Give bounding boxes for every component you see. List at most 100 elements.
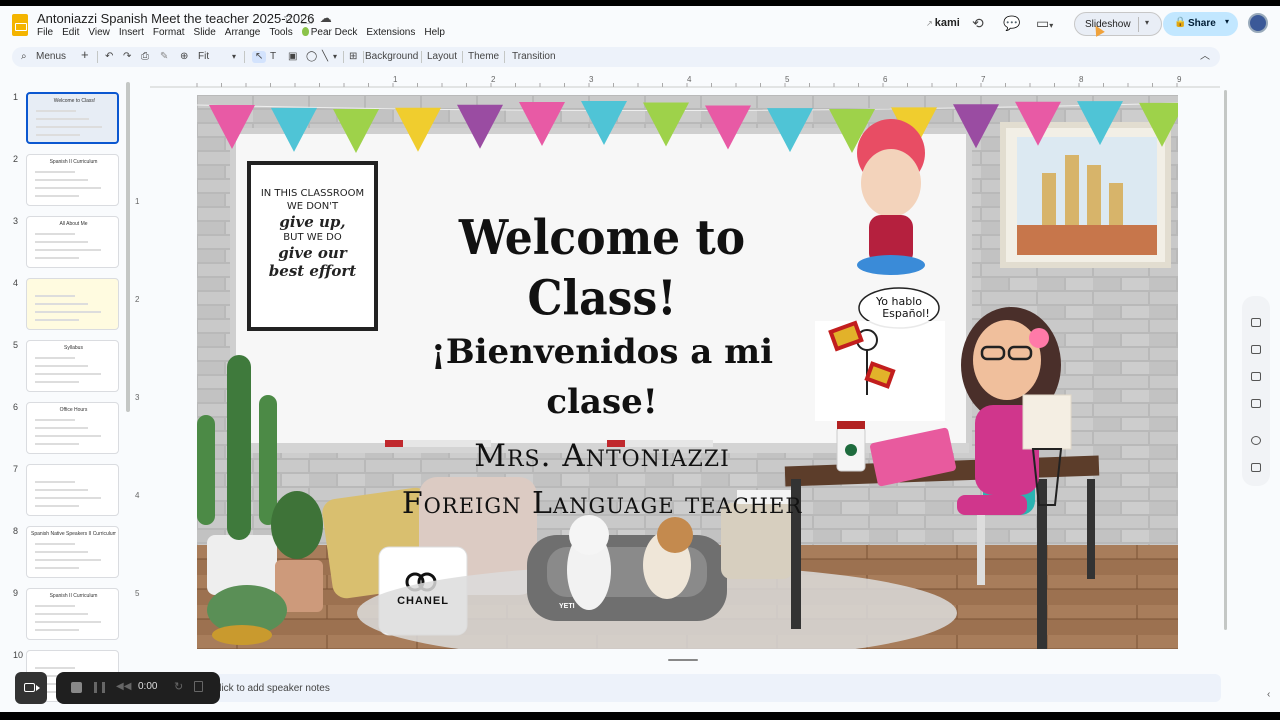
zoom-icon[interactable]: ⊕: [180, 51, 188, 63]
ruler-number: 1: [135, 197, 140, 206]
slide-thumbnail[interactable]: Spanish II Curriculum: [26, 154, 119, 206]
chevron-down-icon[interactable]: ▾: [232, 51, 236, 63]
slide-thumbnail[interactable]: Syllabus: [26, 340, 119, 392]
chevron-left-icon[interactable]: ‹: [49, 682, 52, 693]
theme-button[interactable]: Theme: [468, 51, 499, 63]
slide-thumbnail[interactable]: Welcome to Class!: [26, 92, 119, 144]
pause-icon[interactable]: [94, 682, 105, 693]
menu-extensions[interactable]: Extensions: [366, 27, 415, 38]
menu-insert[interactable]: Insert: [119, 27, 144, 38]
text-box-icon[interactable]: T: [270, 51, 276, 63]
teacher-name[interactable]: Mrs. Antoniazzi: [397, 435, 807, 477]
slide-number: 2: [13, 154, 19, 164]
contacts-icon[interactable]: [1251, 372, 1261, 381]
meet-icon[interactable]: [1251, 463, 1261, 472]
slide-thumbnail[interactable]: [26, 464, 119, 516]
document-title[interactable]: Antoniazzi Spanish Meet the teacher 2025…: [37, 11, 315, 26]
slide-thumbnail-title: All About Me: [59, 221, 88, 227]
collapse-toolbar-icon[interactable]: ︿: [1200, 51, 1210, 63]
menu-help[interactable]: Help: [424, 27, 445, 38]
slide-thumbnail[interactable]: [26, 278, 119, 330]
menu-edit[interactable]: Edit: [62, 27, 79, 38]
zoom-select[interactable]: Fit: [198, 51, 209, 63]
shape-icon[interactable]: ◯: [306, 51, 317, 63]
timer: 0:00: [138, 681, 158, 692]
slide-thumbnail[interactable]: All About Me: [26, 216, 119, 268]
account-avatar[interactable]: [1248, 13, 1268, 33]
redo-icon[interactable]: ↷: [123, 51, 131, 63]
slide-thumbnail[interactable]: Spanish II Curriculum: [26, 588, 119, 640]
menu-slide[interactable]: Slide: [194, 27, 216, 38]
slide-number: 8: [13, 526, 19, 536]
layout-button[interactable]: Layout: [427, 51, 457, 63]
version-history-icon[interactable]: ⟲: [972, 15, 984, 31]
slide-thumbnail-title: Spanish Native Speakers II Curriculum: [31, 531, 116, 537]
slide-filmstrip: 1 Welcome to Class! 2 Spanish II Curriculum…: [0, 76, 128, 702]
slide-number: 1: [13, 92, 19, 102]
rewind-icon[interactable]: ◀◀: [116, 681, 131, 692]
canvas-scrollbar[interactable]: [1224, 90, 1227, 630]
slide-subheading[interactable]: ¡Bienvenidos a mi clase!: [397, 327, 807, 427]
slide-thumbnail[interactable]: Office Hours: [26, 402, 119, 454]
pillow-brand-text: CHANEL: [397, 595, 449, 607]
camera-icon[interactable]: [15, 672, 47, 704]
notes-resize-handle[interactable]: [668, 659, 698, 661]
search-menus-input[interactable]: Menus: [36, 51, 66, 63]
slideshow-button[interactable]: Slideshow ▾: [1074, 12, 1162, 36]
menu-pear-deck[interactable]: Pear Deck: [311, 27, 358, 38]
ruler-number: 9: [1177, 75, 1182, 84]
new-slide-button[interactable]: +: [81, 48, 89, 61]
slide-number: 5: [13, 340, 19, 350]
ruler-number: 7: [981, 75, 986, 84]
search-icon[interactable]: ⌕: [21, 51, 27, 63]
image-icon[interactable]: ▣: [288, 51, 297, 63]
menu-format[interactable]: Format: [153, 27, 185, 38]
ruler-number: 5: [785, 75, 790, 84]
speaker-notes[interactable]: Click to add speaker notes: [130, 674, 1221, 702]
filmstrip-scrollbar[interactable]: [126, 82, 130, 412]
select-tool-icon[interactable]: ↖: [252, 51, 267, 63]
add-comment-icon[interactable]: ⊞: [349, 51, 357, 63]
keep-notes-icon[interactable]: [1251, 318, 1261, 327]
menu-tools[interactable]: Tools: [269, 27, 292, 38]
trash-icon[interactable]: [194, 681, 203, 692]
stop-icon[interactable]: [71, 682, 82, 693]
print-icon[interactable]: ⎙: [141, 51, 149, 63]
ruler-number: 8: [1079, 75, 1084, 84]
chevron-down-icon[interactable]: ▾: [333, 51, 337, 63]
slide-title-block: Welcome to Class! ¡Bienvenidos a mi clas…: [397, 211, 807, 525]
transition-button[interactable]: Transition: [512, 51, 556, 63]
toolbar: ⌕ Menus + ↶ ↷ ⎙ ✎ ⊕ Fit ▾ ↖ T ▣ ◯ ╲ ▾ ⊞ …: [12, 47, 1220, 67]
speaker-notes-placeholder[interactable]: Click to add speaker notes: [212, 683, 330, 694]
teacher-role[interactable]: Foreign Language teacher: [397, 483, 807, 525]
poster-line: WE DON'T: [286, 201, 339, 212]
vertical-ruler: 1 2 3 4 5: [131, 101, 145, 656]
chevron-down-icon[interactable]: ▾: [1145, 18, 1149, 27]
slide-thumbnail-title: Spanish II Curriculum: [49, 593, 98, 599]
menu-pear-deck-wrap[interactable]: Pear Deck: [301, 27, 358, 38]
chevron-down-icon[interactable]: ▾: [1225, 17, 1229, 26]
record-icon[interactable]: [1251, 436, 1261, 445]
chevron-left-icon[interactable]: ‹: [1267, 689, 1270, 700]
menu-view[interactable]: View: [88, 27, 110, 38]
comments-icon[interactable]: 💬: [1003, 15, 1020, 31]
google-slides-app: Antoniazzi Spanish Meet the teacher 2025…: [0, 6, 1280, 712]
slide-heading[interactable]: Welcome to Class!: [397, 209, 807, 330]
tasks-icon[interactable]: [1251, 345, 1261, 354]
slide-canvas[interactable]: IN THIS CLASSROOM WE DON'T give up, BUT WE …: [197, 95, 1178, 649]
slides-logo-icon[interactable]: [12, 14, 28, 36]
share-button[interactable]: 🔒 Share ▾: [1163, 12, 1238, 36]
meet-call-icon[interactable]: ▭▾: [1036, 15, 1053, 34]
recorder-bar: ◀◀ 0:00 ↻: [56, 672, 220, 704]
ruler-number: 1: [393, 75, 398, 84]
paint-format-icon[interactable]: ✎: [160, 51, 168, 63]
line-icon[interactable]: ╲: [322, 51, 328, 63]
background-button[interactable]: Background: [365, 51, 418, 63]
slide-thumbnail[interactable]: Spanish Native Speakers II Curriculum: [26, 526, 119, 578]
menu-arrange[interactable]: Arrange: [225, 27, 261, 38]
menu-file[interactable]: File: [37, 27, 53, 38]
folder-icon[interactable]: [1251, 399, 1261, 408]
undo-icon[interactable]: ↶: [105, 51, 113, 63]
restart-icon[interactable]: ↻: [174, 680, 183, 693]
kami-extension[interactable]: ↗ kami: [926, 17, 960, 29]
